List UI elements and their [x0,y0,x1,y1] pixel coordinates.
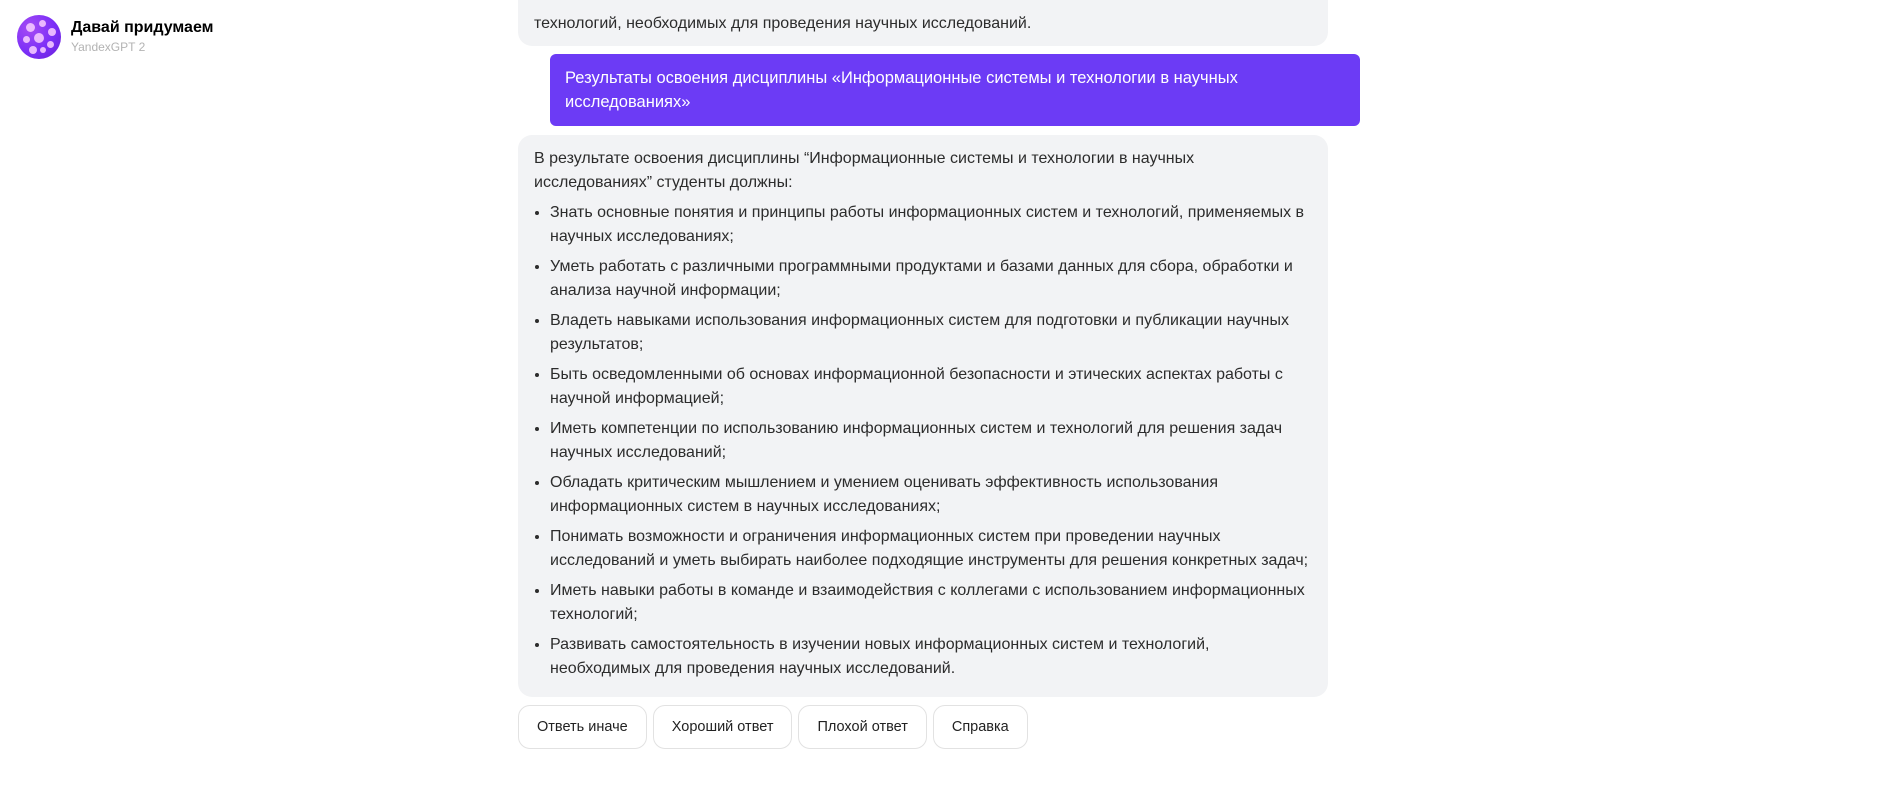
user-message-text: Результаты освоения дисциплины «Информац… [565,69,1238,111]
bot-avatar-icon [17,15,61,59]
answer-differently-button[interactable]: Ответь иначе [518,705,647,749]
bot-title: Давай придумаем YandexGPT 2 [71,19,213,54]
good-answer-button[interactable]: Хороший ответ [652,705,793,749]
list-item: Развивать самостоятельность в изучении н… [550,633,1312,681]
bot-message-answer: В результате освоения дисциплины “Информ… [518,135,1328,697]
chat-thread: технологий, необходимых для проведения н… [518,0,1360,749]
list-item: Владеть навыками использования информаци… [550,309,1312,357]
user-message: Результаты освоения дисциплины «Информац… [550,54,1360,126]
answer-list: Знать основные понятия и принципы работы… [534,201,1312,681]
chat-page: Давай придумаем YandexGPT 2 технологий, … [0,0,1880,792]
bot-name: Давай придумаем [71,19,214,37]
list-item: Иметь навыки работы в команде и взаимоде… [550,579,1312,627]
answer-intro: В результате освоения дисциплины “Информ… [534,150,1195,191]
help-button[interactable]: Справка [932,705,1028,749]
answer-actions: Ответь иначе Хороший ответ Плохой ответ … [518,705,1360,749]
list-item: Понимать возможности и ограничения инфор… [550,525,1312,573]
bot-message-previous: технологий, необходимых для проведения н… [518,0,1328,46]
bot-message-text: технологий, необходимых для проведения н… [534,15,1032,32]
list-item: Обладать критическим мышлением и умением… [550,471,1312,519]
list-item: Быть осведомленными об основах информаци… [550,363,1312,411]
bot-header[interactable]: Давай придумаем YandexGPT 2 [17,15,213,59]
bot-model: YandexGPT 2 [71,39,146,54]
list-item: Иметь компетенции по использованию инфор… [550,417,1312,465]
bad-answer-button[interactable]: Плохой ответ [798,705,927,749]
list-item: Уметь работать с различными программными… [550,255,1312,303]
list-item: Знать основные понятия и принципы работы… [550,201,1312,249]
